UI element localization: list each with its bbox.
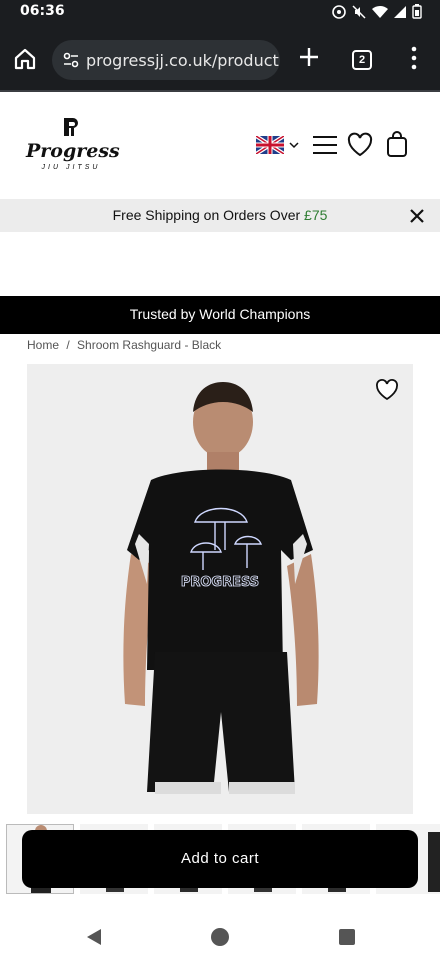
browser-toolbar: progressjj.co.uk/product 2 <box>0 24 440 92</box>
breadcrumb-home-link[interactable]: Home <box>27 338 59 352</box>
signal-icon <box>394 5 406 18</box>
nav-home-icon[interactable] <box>211 928 229 946</box>
currency-selector[interactable] <box>254 134 302 156</box>
close-icon[interactable] <box>408 207 426 225</box>
breadcrumb: Home / Shroom Rashguard - Black <box>27 338 225 352</box>
product-image[interactable]: PROGRESS <box>27 364 413 814</box>
brand-tagline: JIU JITSU <box>41 164 101 171</box>
brand-logo[interactable]: Progress JIU JITSU <box>26 116 120 176</box>
url-text: progressjj.co.uk/product <box>86 51 279 70</box>
promo-text-lead: Free Shipping on Orders Over <box>112 207 305 223</box>
status-time: 06:36 <box>20 3 65 19</box>
tab-switcher-button[interactable]: 2 <box>352 50 372 70</box>
brand-name: Progress <box>26 140 120 162</box>
chevron-down-icon <box>289 142 299 149</box>
trust-text: Trusted by World Champions <box>129 306 311 322</box>
hamburger-icon[interactable] <box>312 134 338 156</box>
breadcrumb-current: Shroom Rashguard - Black <box>77 338 222 352</box>
status-bar: 06:36 <box>0 0 440 24</box>
plus-icon[interactable] <box>296 44 322 70</box>
tune-icon[interactable] <box>62 51 80 69</box>
home-icon[interactable] <box>12 46 38 72</box>
breadcrumb-separator: / <box>66 338 70 352</box>
product-photo: PROGRESS <box>27 364 413 814</box>
promo-banner: Free Shipping on Orders Over £75 <box>0 199 440 232</box>
wifi-icon <box>372 5 388 18</box>
mute-icon <box>352 4 366 19</box>
wishlist-heart-icon[interactable] <box>375 378 399 402</box>
site-header: Progress JIU JITSU <box>0 94 440 198</box>
trust-banner: Trusted by World Champions <box>0 296 440 334</box>
recents-icon[interactable] <box>339 929 355 945</box>
system-nav-bar <box>0 910 440 962</box>
promo-text: Free Shipping on Orders Over £75 <box>0 207 440 223</box>
more-vert-icon[interactable] <box>406 44 422 72</box>
address-bar[interactable]: progressjj.co.uk/product <box>52 40 280 80</box>
bag-icon[interactable] <box>386 130 408 158</box>
heart-icon[interactable] <box>347 132 373 158</box>
add-to-cart-button[interactable]: Add to cart <box>22 830 418 888</box>
shirt-print-text: PROGRESS <box>181 575 259 590</box>
sync-icon <box>332 4 346 19</box>
promo-amount: £75 <box>304 207 328 223</box>
logo-mark-icon <box>64 118 78 136</box>
battery-icon <box>412 4 422 19</box>
status-icons <box>332 4 422 19</box>
uk-flag-icon <box>254 134 286 156</box>
back-icon[interactable] <box>86 928 102 946</box>
